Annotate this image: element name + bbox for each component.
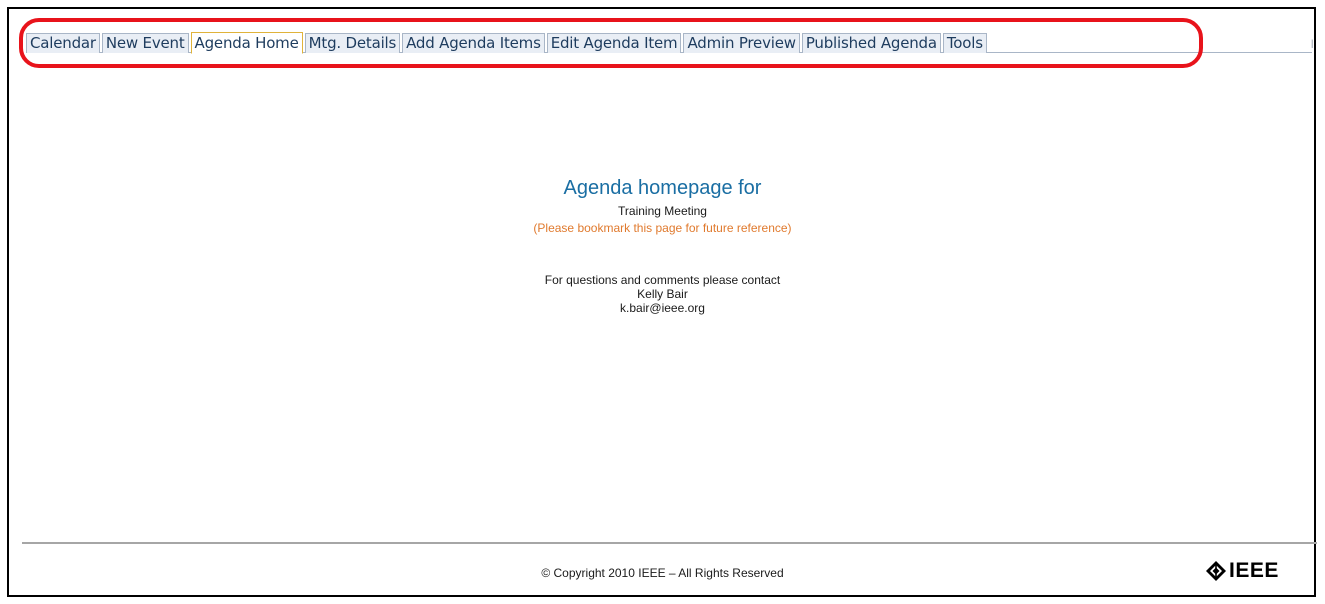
tab-strip-end-marker: | xyxy=(1311,38,1314,48)
ieee-diamond-icon xyxy=(1206,561,1226,581)
ieee-logo: IEEE xyxy=(1205,559,1279,583)
copyright-text: © Copyright 2010 IEEE – All Rights Reser… xyxy=(541,566,784,580)
tab-agenda-home[interactable]: Agenda Home xyxy=(190,32,303,54)
tab-tools[interactable]: Tools xyxy=(942,33,987,53)
bookmark-note: (Please bookmark this page for future re… xyxy=(533,221,792,235)
tab-calendar[interactable]: Calendar xyxy=(26,33,100,53)
tab-edit-agenda-item[interactable]: Edit Agenda Item xyxy=(546,33,682,53)
tab-strip: Calendar New Event Agenda Home Mtg. Deta… xyxy=(26,32,989,54)
contact-email: k.bair@ieee.org xyxy=(620,301,705,315)
ieee-logo-text: IEEE xyxy=(1229,559,1279,582)
tab-published-agenda[interactable]: Published Agenda xyxy=(801,33,941,53)
tab-add-agenda-items[interactable]: Add Agenda Items xyxy=(402,33,545,53)
page-title: Agenda homepage for xyxy=(563,177,762,199)
tab-new-event[interactable]: New Event xyxy=(101,33,189,53)
contact-intro: For questions and comments please contac… xyxy=(544,273,781,287)
contact-name: Kelly Bair xyxy=(637,287,688,301)
meeting-name: Training Meeting xyxy=(618,204,707,218)
footer-divider xyxy=(22,542,1317,544)
tab-admin-preview[interactable]: Admin Preview xyxy=(683,33,800,53)
tab-mtg-details[interactable]: Mtg. Details xyxy=(304,33,401,53)
